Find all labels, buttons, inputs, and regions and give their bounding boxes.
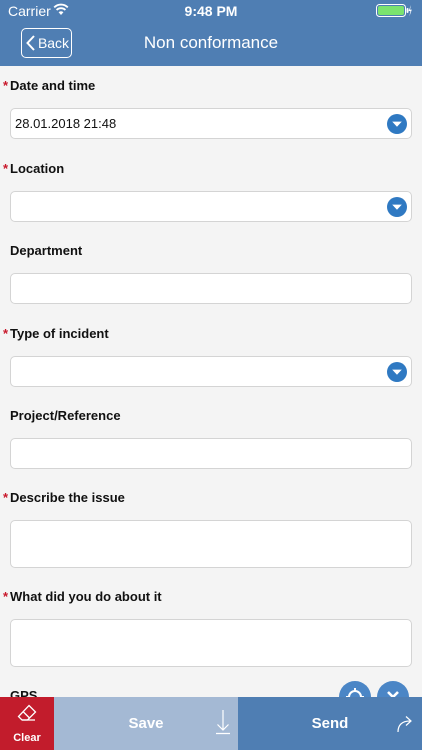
status-bar: Carrier 9:48 PM [0,0,422,22]
navigation-bar: Back Non conformance [0,22,422,66]
save-button[interactable]: Save [54,697,238,750]
describe-issue-label: * Describe the issue [3,490,125,505]
date-time-value: 28.01.2018 21:48 [15,116,117,131]
gps-label: GPS [10,688,38,697]
describe-issue-field[interactable] [10,520,412,568]
battery-charging-icon [376,4,412,17]
page-title: Non conformance [143,33,279,52]
location-field[interactable] [10,191,412,222]
required-marker: * [3,161,9,176]
incident-type-field[interactable] [10,356,412,387]
required-marker: * [3,78,9,93]
forward-arrow-icon [397,716,412,733]
dropdown-icon[interactable] [387,197,407,217]
location-label: * Location [3,161,65,176]
clear-button[interactable]: Clear [0,697,54,750]
eraser-icon [17,704,37,721]
download-arrow-icon [216,710,230,735]
bottom-action-bar: Clear Save Send [0,697,422,750]
save-label: Save [128,715,164,732]
clock: 9:48 PM [184,3,238,19]
dropdown-icon[interactable] [387,362,407,382]
crosshair-icon [346,688,364,697]
clear-gps-button[interactable] [377,681,409,697]
form: * Date and time 28.01.2018 21:48 * Locat… [0,66,422,697]
date-time-label: * Date and time [3,78,96,93]
department-field[interactable] [10,273,412,304]
send-button[interactable]: Send [238,697,422,750]
close-icon [387,691,399,697]
project-reference-field[interactable] [10,438,412,469]
required-marker: * [3,326,9,341]
dropdown-icon[interactable] [387,114,407,134]
department-label: Department [10,243,83,258]
date-time-field[interactable]: 28.01.2018 21:48 [10,108,412,139]
action-taken-label: * What did you do about it [3,589,162,604]
incident-type-label: * Type of incident [3,326,109,341]
required-marker: * [3,490,9,505]
send-label: Send [311,715,349,732]
action-taken-field[interactable] [10,619,412,667]
project-reference-label: Project/Reference [10,408,121,423]
clear-label: Clear [13,732,41,744]
required-marker: * [3,589,9,604]
locate-button[interactable] [339,681,371,697]
